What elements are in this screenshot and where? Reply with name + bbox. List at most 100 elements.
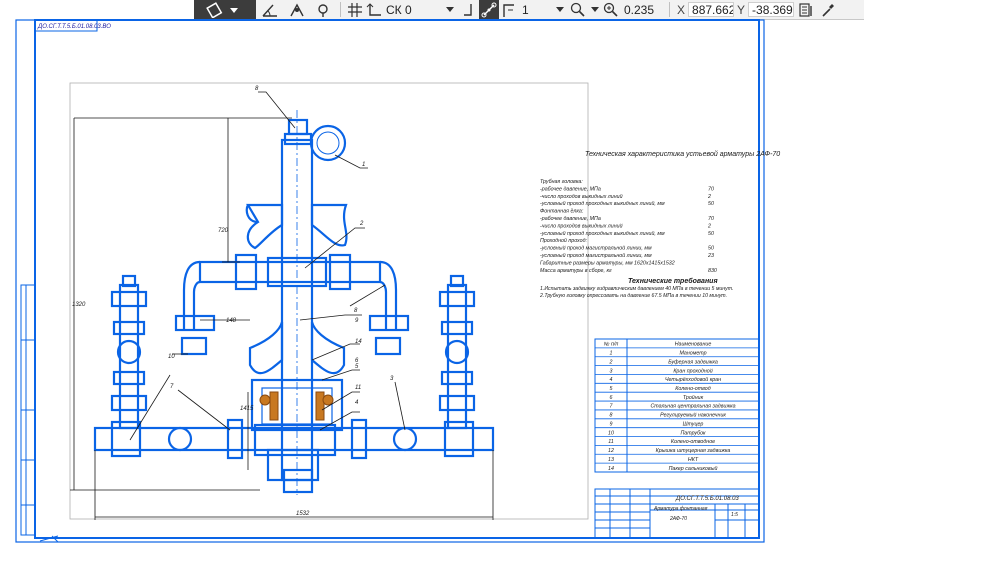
view-frame (69, 82, 589, 520)
x-coordinate-field[interactable]: 887.662 (688, 2, 735, 17)
local-cs-value: СК 0 (386, 2, 412, 17)
y-label: Y (737, 2, 746, 17)
spec-row-text: Фонтанная ёлка: (540, 209, 584, 215)
chevron-down-icon (446, 6, 454, 12)
table-cell-name: Колено-отводное (671, 439, 715, 445)
balloon-number: 5 (355, 364, 359, 370)
angle-icon (262, 4, 277, 17)
snap-point-button[interactable] (310, 0, 336, 19)
attach-style-button[interactable] (194, 0, 256, 19)
coordinate-system-icon (366, 2, 381, 16)
local-cs-select[interactable]: СК 0 (383, 2, 443, 17)
angle-snap-button[interactable] (256, 0, 284, 19)
balloon-number: 14 (355, 339, 362, 345)
zoom-button[interactable] (601, 0, 621, 19)
table-cell-no: 5 (610, 386, 613, 392)
x-coordinate-value: 887.662 (692, 2, 735, 17)
req-title: Технические требования (628, 277, 718, 285)
spec-row-value: 70 (708, 216, 714, 222)
dim-label: 1320 (72, 302, 86, 308)
table-cell-no: 2 (609, 359, 613, 365)
table-cell-no: 8 (610, 413, 613, 419)
table-cell-no: 1 (610, 351, 613, 357)
table-cell-name: Крышка штуцерная задвижка (656, 448, 731, 454)
chevron-down-icon (556, 6, 564, 12)
spec-row-value: 2 (707, 223, 711, 229)
wellhead-assembly[interactable] (93, 110, 495, 495)
table-cell-no: 11 (608, 439, 614, 445)
cursor-parameters-button[interactable] (794, 0, 818, 19)
table-header-no: № п/п (604, 341, 619, 347)
table-header-name: Наименование (675, 341, 712, 347)
table-cell-name: Регулируемый наконечник (660, 412, 726, 419)
spec-row-text: Габаритные размеры арматуры, мм 1620х141… (540, 260, 675, 266)
table-cell-name: Манометр (679, 351, 706, 357)
dim-label: 1415 (240, 406, 254, 412)
step-icon (503, 3, 514, 17)
spec-row-text: -число проходов выкидных линий (540, 193, 623, 200)
table-cell-no: 7 (610, 404, 614, 410)
table-cell-no: 9 (610, 421, 613, 427)
dimension-labels: 720 1320 1532 148 1415 (72, 228, 310, 517)
spec-row-text: Трубная головка: (540, 179, 583, 185)
coordinate-system-button[interactable] (365, 0, 383, 19)
cad-toolbar: СК 0 1 0.235 X 887.662 Y -38.369 (194, 0, 864, 20)
y-coordinate-field[interactable]: -38.369 (748, 2, 795, 17)
paint-brush-icon (206, 1, 238, 18)
zoom-dropdown-button[interactable] (589, 0, 601, 19)
rotated-stamp-text: ДО.СГ.Т.Т.5.Б.01.08.03.ВО (37, 24, 111, 30)
parts-list-rows: № п/п Наименование 1 Манометр 2 Буферная задв… (595, 341, 759, 472)
spec-row-text: -условный проход проходных выкидных лини… (540, 200, 665, 207)
zoom-frame-button[interactable] (567, 0, 589, 19)
snap-point-icon (318, 3, 328, 17)
spec-title: Техническая характеристика устьевой арма… (585, 150, 780, 158)
table-cell-no: 12 (608, 448, 614, 454)
y-coordinate-value: -38.369 (752, 2, 793, 17)
balloon-number: 11 (355, 385, 361, 391)
spec-row-text: -рабочее давление, МПа (540, 186, 601, 192)
left-margin-strip (20, 284, 36, 536)
table-cell-name: Стальная центральная задвижка (650, 404, 735, 410)
table-cell-name: Тройник (683, 394, 704, 401)
balloon-number: 8 (354, 308, 358, 314)
zoom-field[interactable]: 0.235 (621, 2, 665, 17)
dim-label: 1532 (296, 511, 310, 517)
ortho-button[interactable] (457, 0, 479, 19)
title-name: Арматура фонтанная (653, 506, 708, 512)
eyedropper-icon (822, 3, 835, 17)
step-field[interactable]: 1 (519, 2, 553, 17)
zoom-in-icon (603, 2, 618, 17)
spec-row-text: -число проходов выкидных линий (540, 222, 623, 229)
spec-row-text: -условный проход магистральной линии, мм (540, 252, 652, 259)
spec-row-text: Проходной проход: (540, 237, 588, 244)
zoom-frame-icon (570, 2, 585, 17)
table-cell-no: 3 (610, 368, 613, 374)
req-line: 2.Трубную головку опрессовать на давлени… (539, 293, 727, 299)
pick-property-button[interactable] (818, 0, 838, 19)
step-cursor-button[interactable] (499, 0, 519, 19)
spec-row-value: 50 (708, 201, 714, 207)
step-value: 1 (522, 2, 529, 17)
table-cell-no: 13 (608, 457, 614, 463)
balloon-number: 10 (168, 354, 175, 360)
toolbar-divider (669, 2, 670, 17)
spec-row-text: -рабочее давление, МПа (540, 216, 601, 222)
drawing-canvas[interactable]: ДО.СГ.Т.Т.5.Б.01.08.03.ВО 720 1320 1532 … (0, 19, 988, 570)
spec-row-value: 70 (708, 186, 714, 192)
table-cell-name: Пакер сальниковый (669, 465, 718, 472)
cs-dropdown-button[interactable] (443, 0, 457, 19)
table-cell-name: Колено-отвод (675, 386, 710, 392)
measure-icon (290, 3, 304, 16)
step-dropdown-button[interactable] (553, 0, 567, 19)
dim-label: 148 (226, 318, 237, 324)
table-cell-no: 4 (610, 377, 613, 383)
chevron-down-icon (591, 6, 599, 12)
snap-toggle-button[interactable] (479, 0, 499, 19)
parameters-icon (799, 2, 812, 17)
spec-row-value: 50 (708, 231, 714, 237)
table-cell-no: 6 (610, 395, 613, 401)
table-cell-name: Кран проходной (673, 367, 712, 374)
measure-button[interactable] (284, 0, 310, 19)
grid-button[interactable] (345, 0, 365, 19)
snap-icon (481, 2, 497, 17)
